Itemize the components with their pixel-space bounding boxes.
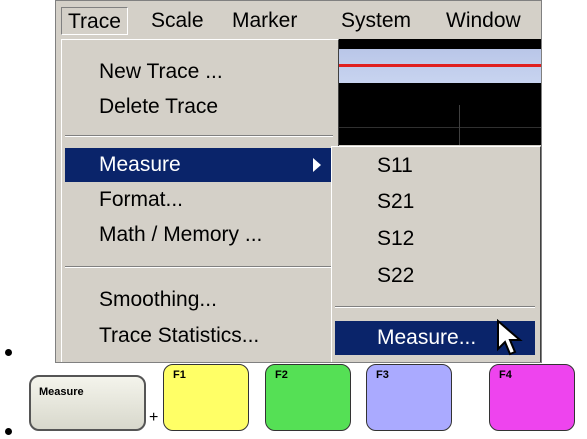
measure-key[interactable]: Measure — [29, 375, 146, 431]
menu-scale[interactable]: Scale — [145, 7, 210, 35]
menu-trace[interactable]: Trace — [61, 7, 128, 35]
f1-key[interactable]: F1 — [163, 364, 249, 431]
f4-key[interactable]: F4 — [489, 364, 575, 431]
background-grid-line — [334, 127, 541, 128]
menu-item-trace-statistics[interactable]: Trace Statistics... — [65, 319, 333, 353]
f3-key-label: F3 — [376, 369, 389, 381]
submenu-item-s21[interactable]: S21 — [335, 185, 535, 219]
menu-item-delete-trace[interactable]: Delete Trace — [65, 90, 333, 124]
list-bullet — [5, 428, 12, 435]
submenu-arrow-icon — [313, 158, 321, 172]
app-window: Trace Scale Marker System Window New Tra… — [55, 0, 542, 363]
menu-system[interactable]: System — [335, 7, 417, 35]
menu-item-smoothing[interactable]: Smoothing... — [65, 283, 333, 317]
f1-key-label: F1 — [173, 369, 186, 381]
menu-marker[interactable]: Marker — [226, 7, 303, 35]
menu-window[interactable]: Window — [440, 7, 527, 35]
menu-item-new-trace[interactable]: New Trace ... — [65, 55, 333, 89]
list-bullet — [5, 349, 12, 356]
background-app-view — [334, 39, 541, 145]
menu-item-math-memory[interactable]: Math / Memory ... — [65, 218, 333, 252]
plus-sign: + — [149, 409, 159, 426]
menu-item-measure-label: Measure — [99, 153, 181, 176]
f4-key-label: F4 — [499, 369, 512, 381]
background-grid-line — [459, 105, 460, 145]
menu-bar: Trace Scale Marker System Window — [56, 1, 541, 39]
background-red-line — [334, 64, 541, 67]
menu-item-format[interactable]: Format... — [65, 183, 333, 217]
menu-item-measure[interactable]: Measure — [65, 148, 333, 182]
menu-separator — [335, 306, 535, 308]
measure-key-label: Measure — [39, 386, 84, 398]
submenu-item-s11[interactable]: S11 — [335, 149, 535, 183]
menu-separator — [65, 266, 333, 268]
trace-dropdown-menu: New Trace ... Delete Trace Measure Forma… — [61, 39, 339, 362]
f3-key[interactable]: F3 — [366, 364, 452, 431]
submenu-item-s12[interactable]: S12 — [335, 222, 535, 256]
f2-key-label: F2 — [275, 369, 288, 381]
submenu-item-s22[interactable]: S22 — [335, 259, 535, 293]
f2-key[interactable]: F2 — [265, 364, 351, 431]
menu-separator — [65, 135, 333, 137]
mouse-pointer-icon — [497, 319, 523, 356]
